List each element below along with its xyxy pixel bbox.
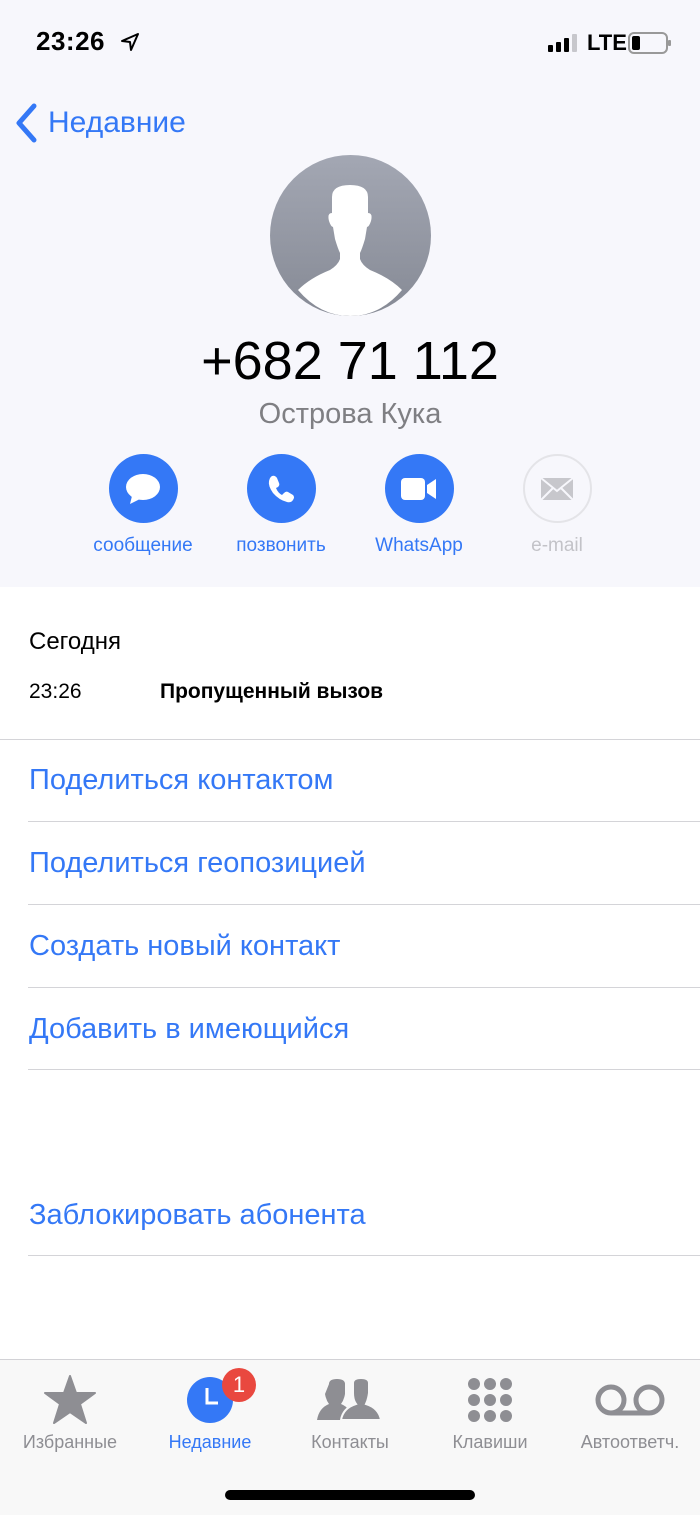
- history-section-title: Сегодня: [29, 628, 121, 655]
- tab-label: Клавиши: [452, 1432, 528, 1452]
- back-label: Недавние: [48, 106, 186, 139]
- share-location-link[interactable]: Поделиться геопозицией: [29, 847, 366, 880]
- tab-keypad[interactable]: Клавиши: [420, 1372, 560, 1453]
- tab-label: Недавние: [168, 1432, 252, 1452]
- email-label: e-mail: [531, 535, 583, 556]
- badge-count: 1: [222, 1368, 256, 1402]
- home-indicator[interactable]: [225, 1490, 475, 1500]
- divider: [28, 987, 700, 988]
- tab-label: Избранные: [22, 1432, 118, 1452]
- tab-voicemail[interactable]: Автоответч.: [560, 1372, 700, 1453]
- tab-label: Контакты: [311, 1432, 389, 1452]
- star-icon: [44, 1375, 96, 1424]
- voicemail-icon: [595, 1384, 665, 1416]
- whatsapp-label: WhatsApp: [375, 535, 463, 556]
- whatsapp-video-button[interactable]: WhatsApp: [349, 454, 489, 557]
- divider: [28, 821, 700, 822]
- contacts-icon: [317, 1378, 383, 1421]
- envelope-icon: [540, 476, 574, 501]
- network-type: LTE: [587, 30, 627, 55]
- call-label: позвонить: [236, 535, 326, 556]
- tab-recents[interactable]: 1 Недавние: [140, 1368, 280, 1453]
- tab-label: Автоответч.: [580, 1432, 680, 1452]
- divider: [28, 1255, 700, 1256]
- tab-contacts[interactable]: Контакты: [280, 1372, 420, 1453]
- tab-favorites[interactable]: Избранные: [0, 1372, 140, 1453]
- add-to-existing-link[interactable]: Добавить в имеющийся: [29, 1013, 349, 1046]
- phone-number: +682 71 112: [201, 331, 499, 391]
- divider: [28, 1069, 700, 1070]
- phone-location: Острова Кука: [258, 398, 442, 430]
- back-button[interactable]: Недавние: [14, 102, 186, 144]
- person-silhouette-icon: [298, 185, 402, 316]
- divider: [0, 739, 700, 740]
- call-button[interactable]: позвонить: [211, 454, 351, 557]
- avatar: [270, 155, 431, 316]
- video-camera-icon: [401, 477, 436, 500]
- call-time: 23:26: [29, 680, 82, 703]
- message-bubble-icon: [126, 473, 160, 504]
- call-type: Пропущенный вызов: [160, 680, 384, 703]
- message-button[interactable]: сообщение: [73, 454, 213, 557]
- divider: [28, 904, 700, 905]
- share-contact-link[interactable]: Поделиться контактом: [29, 764, 333, 797]
- block-caller-link[interactable]: Заблокировать абонента: [29, 1199, 366, 1232]
- status-time: 23:26: [36, 26, 105, 56]
- message-label: сообщение: [93, 535, 193, 556]
- create-contact-link[interactable]: Создать новый контакт: [29, 930, 340, 963]
- keypad-icon: [468, 1378, 512, 1422]
- chevron-left-icon: [16, 103, 37, 143]
- battery-icon: [628, 32, 671, 54]
- location-arrow-icon: [121, 33, 139, 51]
- cellular-signal-icon: [548, 34, 577, 52]
- email-button[interactable]: e-mail: [487, 454, 627, 557]
- phone-icon: [268, 475, 294, 502]
